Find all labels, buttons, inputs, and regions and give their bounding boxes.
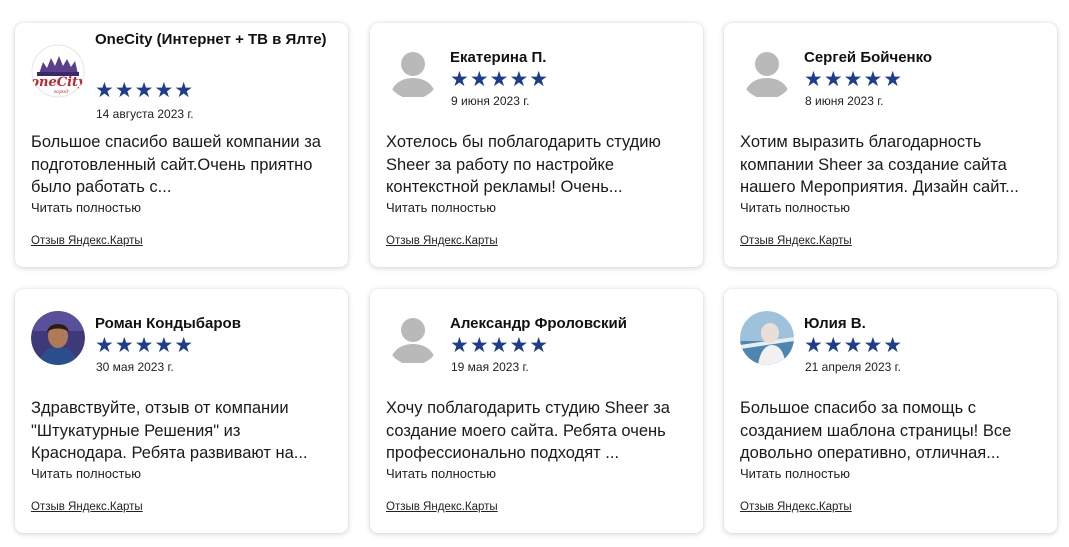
review-source-link[interactable]: Отзыв Яндекс.Карты [31, 501, 143, 513]
review-card: Юлия В. ★★★★★ 21 апреля 2023 г. Большое … [724, 289, 1057, 533]
review-date: 8 июня 2023 г. [805, 94, 884, 108]
user-photo-icon [740, 311, 794, 365]
review-date: 21 апреля 2023 г. [805, 360, 901, 374]
review-card: Роман Кондыбаров ★★★★★ 30 мая 2023 г. Зд… [15, 289, 348, 533]
reviews-grid: oneCity город OneCity (Интернет + ТВ в Я… [0, 0, 1069, 547]
placeholder-user-avatar [386, 311, 440, 365]
read-more-link[interactable]: Читать полностью [31, 200, 141, 215]
review-card: oneCity город OneCity (Интернет + ТВ в Я… [15, 23, 348, 267]
rating-stars: ★★★★★ [95, 334, 195, 357]
review-source-link[interactable]: Отзыв Яндекс.Карты [31, 235, 143, 247]
review-source-link[interactable]: Отзыв Яндекс.Карты [386, 501, 498, 513]
onecity-logo-avatar: oneCity город [31, 44, 85, 98]
user-placeholder-icon [744, 52, 790, 97]
review-text: Большое спасибо вашей компании за подгот… [31, 133, 321, 196]
review-text: Большое спасибо за помощь с созданием ша… [740, 399, 1012, 462]
svg-text:город: город [54, 89, 69, 95]
review-card: Александр Фроловский ★★★★★ 19 мая 2023 г… [370, 289, 703, 533]
user-placeholder-icon [390, 52, 436, 97]
placeholder-user-avatar [740, 45, 794, 99]
read-more-link[interactable]: Читать полностью [386, 466, 496, 481]
review-date: 19 мая 2023 г. [451, 360, 529, 374]
user-photo-avatar [31, 311, 85, 365]
read-more-link[interactable]: Читать полностью [740, 200, 850, 215]
user-photo-icon [31, 311, 85, 365]
review-source-link[interactable]: Отзыв Яндекс.Карты [740, 235, 852, 247]
user-placeholder-icon [390, 318, 436, 363]
user-photo-avatar [740, 311, 794, 365]
rating-stars: ★★★★★ [95, 79, 195, 102]
read-more-link[interactable]: Читать полностью [740, 466, 850, 481]
review-text: Хочу поблагодарить студию Sheer за созда… [386, 399, 670, 462]
review-date: 30 мая 2023 г. [96, 360, 174, 374]
svg-text:oneCity: oneCity [31, 75, 85, 90]
review-author: OneCity (Интернет + ТВ в Ялте) [95, 31, 327, 48]
rating-stars: ★★★★★ [450, 68, 550, 91]
review-card: Екатерина П. ★★★★★ 9 июня 2023 г. Хотело… [370, 23, 703, 267]
review-source-link[interactable]: Отзыв Яндекс.Карты [386, 235, 498, 247]
onecity-logo-icon: oneCity город [31, 44, 85, 98]
placeholder-user-avatar [386, 45, 440, 99]
rating-stars: ★★★★★ [804, 334, 904, 357]
review-source-link[interactable]: Отзыв Яндекс.Карты [740, 501, 852, 513]
review-text: Хотелось бы поблагодарить студию Sheer з… [386, 133, 661, 196]
rating-stars: ★★★★★ [804, 68, 904, 91]
rating-stars: ★★★★★ [450, 334, 550, 357]
review-card: Сергей Бойченко ★★★★★ 8 июня 2023 г. Хот… [724, 23, 1057, 267]
review-date: 14 августа 2023 г. [96, 107, 194, 121]
review-text: Хотим выразить благодарность компании Sh… [740, 133, 1019, 196]
review-date: 9 июня 2023 г. [451, 94, 530, 108]
read-more-link[interactable]: Читать полностью [31, 466, 141, 481]
review-text: Здравствуйте, отзыв от компании "Штукату… [31, 399, 308, 462]
read-more-link[interactable]: Читать полностью [386, 200, 496, 215]
